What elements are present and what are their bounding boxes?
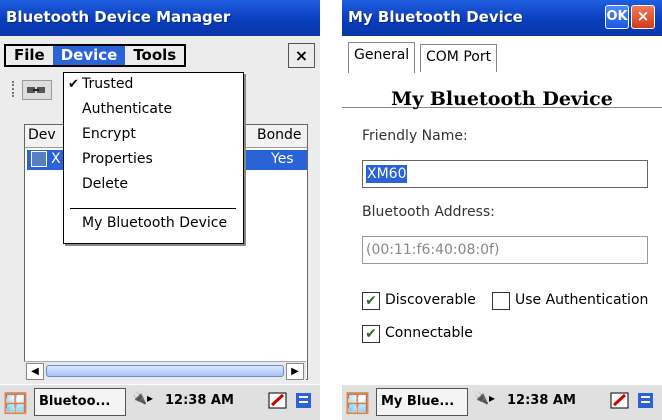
bluetooth-address-field: (00:11:f6:40:08:0f) bbox=[362, 236, 648, 264]
bluetooth-address-value: (00:11:f6:40:08:0f) bbox=[366, 242, 500, 258]
taskbar: 🪟 Bluetoo... 🔌▸ 12:38 AM bbox=[0, 384, 320, 420]
device-icon bbox=[31, 151, 47, 167]
connectable-checkbox[interactable]: ✔ bbox=[362, 325, 380, 343]
taskbar-app-button[interactable]: Bluetoo... bbox=[34, 388, 126, 416]
keyboard-icon[interactable] bbox=[636, 391, 656, 411]
menu-item-my-bluetooth-device[interactable]: My Bluetooth Device bbox=[82, 215, 227, 231]
ok-button[interactable]: OK bbox=[605, 5, 629, 29]
horizontal-scrollbar[interactable]: ◀ ▶ bbox=[24, 361, 306, 380]
input-panel-icon[interactable] bbox=[610, 391, 630, 411]
title-bar: My Bluetooth Device OK × bbox=[342, 0, 662, 36]
menu-device[interactable]: Device bbox=[52, 46, 126, 65]
menu-item-properties[interactable]: Properties bbox=[82, 151, 153, 167]
row-bonded-value: Yes bbox=[271, 151, 294, 167]
menu-item-authenticate[interactable]: Authenticate bbox=[82, 101, 172, 117]
tab-com-port[interactable]: COM Port bbox=[420, 44, 498, 72]
window-title: Bluetooth Device Manager bbox=[6, 8, 231, 26]
scroll-thumb[interactable] bbox=[46, 365, 284, 377]
taskbar: 🪟 My Blue... 🔌▸ 12:38 AM bbox=[342, 384, 662, 420]
friendly-name-value: XM60 bbox=[366, 165, 408, 183]
close-button[interactable]: × bbox=[631, 5, 655, 29]
friendly-name-label: Friendly Name: bbox=[362, 128, 468, 144]
device-toolbar-icon[interactable] bbox=[22, 80, 52, 100]
close-button[interactable]: × bbox=[288, 43, 315, 68]
menu-separator bbox=[70, 208, 236, 209]
menu-group: File Device Tools bbox=[4, 44, 187, 67]
connectable-label: Connectable bbox=[385, 325, 473, 341]
device-manager-screen: Bluetooth Device Manager File Device Too… bbox=[0, 0, 320, 420]
menu-file[interactable]: File bbox=[6, 46, 53, 65]
bluetooth-device-dialog: My Bluetooth Device OK × General COM Por… bbox=[342, 0, 662, 420]
title-bar: Bluetooth Device Manager bbox=[0, 0, 320, 36]
use-authentication-checkbox[interactable] bbox=[492, 292, 510, 310]
column-bonded[interactable]: Bonde bbox=[257, 127, 302, 143]
discoverable-checkbox[interactable]: ✔ bbox=[362, 292, 380, 310]
link-icon bbox=[27, 87, 45, 93]
toolbar-grip[interactable] bbox=[12, 81, 18, 97]
friendly-name-field[interactable]: XM60 bbox=[362, 160, 648, 188]
bluetooth-address-label: Bluetooth Address: bbox=[362, 204, 495, 220]
row-device-name: X bbox=[51, 151, 61, 167]
menu-bar: File Device Tools × bbox=[0, 36, 320, 74]
dialog-title: My Bluetooth Device bbox=[348, 8, 523, 26]
taskbar-clock[interactable]: 12:38 AM bbox=[507, 393, 576, 408]
scroll-right-icon[interactable]: ▶ bbox=[286, 363, 304, 380]
menu-item-trusted[interactable]: Trusted bbox=[82, 76, 133, 92]
discoverable-label: Discoverable bbox=[385, 292, 476, 308]
network-tray-icon[interactable]: 🔌▸ bbox=[474, 391, 495, 405]
page-heading: My Bluetooth Device bbox=[391, 88, 613, 110]
taskbar-app-button[interactable]: My Blue... bbox=[376, 388, 468, 416]
use-authentication-label: Use Authentication bbox=[515, 292, 649, 308]
scroll-left-icon[interactable]: ◀ bbox=[26, 363, 44, 380]
keyboard-icon[interactable] bbox=[294, 391, 314, 411]
column-device[interactable]: Dev bbox=[28, 127, 56, 143]
checkmark-icon: ✔ bbox=[68, 77, 79, 92]
device-menu-dropdown: ✔ Trusted Authenticate Encrypt Propertie… bbox=[63, 72, 244, 244]
network-tray-icon[interactable]: 🔌▸ bbox=[132, 391, 153, 405]
taskbar-clock[interactable]: 12:38 AM bbox=[165, 393, 234, 408]
tab-strip: General COM Port bbox=[342, 36, 662, 108]
start-flag-icon[interactable]: 🪟 bbox=[345, 391, 370, 415]
menu-item-delete[interactable]: Delete bbox=[82, 176, 128, 192]
input-panel-icon[interactable] bbox=[268, 391, 288, 411]
menu-item-encrypt[interactable]: Encrypt bbox=[82, 126, 136, 142]
tab-general[interactable]: General bbox=[348, 42, 416, 73]
menu-tools[interactable]: Tools bbox=[125, 46, 184, 65]
start-flag-icon[interactable]: 🪟 bbox=[3, 391, 28, 415]
